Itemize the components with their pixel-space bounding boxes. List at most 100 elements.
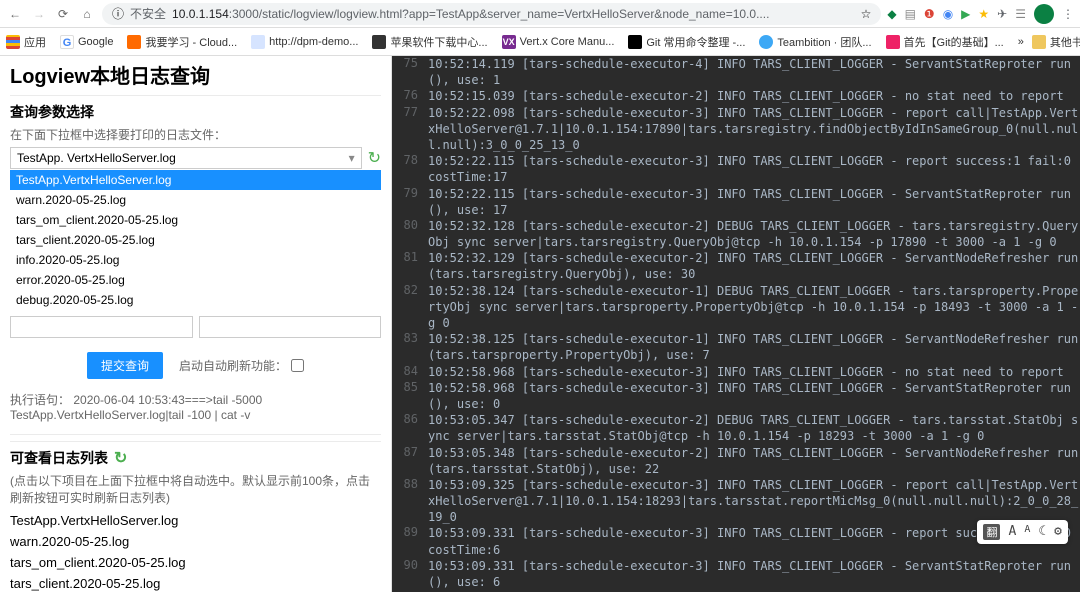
line-number: 75 — [392, 56, 428, 88]
browser-toolbar: ← → ⟳ ⌂ ⓘ 不安全 10.0.1.154:3000/static/log… — [0, 0, 1080, 28]
log-line: 8410:52:58.968 [tars-schedule-executor-3… — [392, 364, 1080, 380]
ext-icon-5[interactable]: ▶ — [961, 7, 970, 21]
log-text: 10:52:15.039 [tars-schedule-executor-2] … — [428, 88, 1080, 104]
ext-icon-1[interactable]: ◆ — [887, 7, 896, 21]
fontsize-icon[interactable]: A — [1024, 524, 1030, 540]
line-number: 87 — [392, 445, 428, 477]
exec-label: 执行语句： — [10, 393, 70, 407]
bookmark-teambition[interactable]: Teambition · 团队... — [759, 34, 871, 50]
viewable-list: TestApp.VertxHelloServer.logwarn.2020-05… — [10, 510, 381, 592]
log-line: 7710:52:22.098 [tars-schedule-executor-3… — [392, 105, 1080, 154]
viewable-log-item[interactable]: tars_client.2020-05-25.log — [10, 573, 381, 592]
log-text: 10:53:09.325 [tars-schedule-executor-3] … — [428, 477, 1080, 526]
url-text: 10.0.1.154:3000/static/logview/logview.h… — [172, 7, 855, 21]
bookmark-apple[interactable]: 苹果软件下载中心... — [372, 34, 487, 50]
url-bar[interactable]: ⓘ 不安全 10.0.1.154:3000/static/logview/log… — [102, 3, 881, 25]
log-line: 8310:52:38.125 [tars-schedule-executor-1… — [392, 331, 1080, 363]
log-text: 10:52:58.968 [tars-schedule-executor-3] … — [428, 364, 1080, 380]
log-text: 10:53:05.347 [tars-schedule-executor-2] … — [428, 412, 1080, 444]
ext-icon-3[interactable]: ❶ — [924, 7, 935, 21]
other-bookmarks[interactable]: 其他书签 — [1032, 34, 1080, 50]
log-text: 10:52:38.125 [tars-schedule-executor-1] … — [428, 331, 1080, 363]
submit-button[interactable]: 提交查询 — [87, 352, 163, 379]
line-number: 89 — [392, 525, 428, 557]
ext-icon-2[interactable]: ▤ — [905, 7, 916, 21]
viewable-log-item[interactable]: TestApp.VertxHelloServer.log — [10, 510, 381, 531]
apps-icon — [6, 35, 20, 49]
logfile-option[interactable]: warn.2020-05-25.log — [10, 190, 381, 210]
ext-icon-6[interactable]: ★ — [978, 7, 989, 21]
bookmark-git[interactable]: Git 常用命令整理 -... — [628, 34, 745, 50]
teambition-icon — [759, 35, 773, 49]
log-line: 9010:53:09.331 [tars-schedule-executor-3… — [392, 558, 1080, 590]
autorefresh-label[interactable]: 启动自动刷新功能： — [179, 357, 304, 374]
log-line: 7610:52:15.039 [tars-schedule-executor-2… — [392, 88, 1080, 104]
ext-icon-4[interactable]: ◉ — [943, 7, 953, 21]
line-number: 78 — [392, 153, 428, 185]
logfile-option[interactable]: tars_om_client.2020-05-25.log — [10, 210, 381, 230]
log-text: 10:52:22.098 [tars-schedule-executor-3] … — [428, 105, 1080, 154]
extension-icons: ◆ ▤ ❶ ◉ ▶ ★ ✈ ☰ ⋮ — [887, 4, 1074, 24]
log-line: 8010:52:32.128 [tars-schedule-executor-2… — [392, 218, 1080, 250]
log-text: 10:53:05.348 [tars-schedule-executor-2] … — [428, 445, 1080, 477]
section-select-title: 查询参数选择 — [10, 95, 381, 122]
logfile-option[interactable]: debug.2020-05-25.log — [10, 290, 381, 310]
logfile-option[interactable]: error.2020-05-25.log — [10, 270, 381, 290]
autorefresh-checkbox[interactable] — [291, 359, 304, 372]
log-text: 10:53:09.331 [tars-schedule-executor-3] … — [428, 558, 1080, 590]
ext-icon-7[interactable]: ✈ — [997, 7, 1007, 21]
translate-icon[interactable]: 翻 — [983, 524, 1000, 540]
font-icon[interactable]: A — [1008, 524, 1016, 540]
home-button[interactable]: ⌂ — [78, 5, 96, 23]
apple-icon — [372, 35, 386, 49]
line-number: 77 — [392, 105, 428, 154]
bookmark-dpm[interactable]: http://dpm-demo... — [251, 35, 358, 49]
folder-icon — [1032, 35, 1046, 49]
star-icon[interactable]: ☆ — [861, 7, 872, 21]
line-number: 76 — [392, 88, 428, 104]
darkmode-icon[interactable]: ☾ — [1038, 524, 1046, 540]
git-icon — [628, 35, 642, 49]
back-button[interactable]: ← — [6, 5, 24, 23]
log-viewer[interactable]: 7510:52:14.119 [tars-schedule-executor-4… — [392, 56, 1080, 592]
bookmark-google[interactable]: GGoogle — [60, 35, 113, 49]
forward-button[interactable]: → — [30, 5, 48, 23]
reload-button[interactable]: ⟳ — [54, 5, 72, 23]
ext-icon-8[interactable]: ☰ — [1015, 7, 1026, 21]
logfile-dropdown[interactable]: TestApp. VertxHelloServer.log — [10, 147, 362, 169]
log-text: 10:52:38.124 [tars-schedule-executor-1] … — [428, 283, 1080, 332]
viewable-log-item[interactable]: warn.2020-05-25.log — [10, 531, 381, 552]
logfile-option[interactable]: info.2020-05-25.log — [10, 250, 381, 270]
logfile-option[interactable]: TestApp.VertxHelloServer.log — [10, 170, 381, 190]
line-number: 79 — [392, 186, 428, 218]
apps-shortcut[interactable]: 应用 — [6, 34, 46, 50]
line-number: 80 — [392, 218, 428, 250]
bookmarks-overflow[interactable]: » — [1018, 36, 1024, 48]
filter-input-1[interactable] — [10, 316, 193, 338]
menu-icon[interactable]: ⋮ — [1062, 7, 1074, 21]
viewable-log-item[interactable]: tars_om_client.2020-05-25.log — [10, 552, 381, 573]
bookmark-juejin[interactable]: 首先【Git的基础】... — [886, 34, 1004, 50]
log-text: 10:52:32.128 [tars-schedule-executor-2] … — [428, 218, 1080, 250]
log-text: 10:52:58.968 [tars-schedule-executor-3] … — [428, 380, 1080, 412]
dropdown-value: TestApp. VertxHelloServer.log — [17, 151, 176, 165]
refresh-icon[interactable]: ↻ — [368, 148, 381, 168]
line-number: 90 — [392, 558, 428, 590]
bookmarks-bar: 应用 GGoogle 我要学习 - Cloud... http://dpm-de… — [0, 28, 1080, 56]
filter-input-2[interactable] — [199, 316, 382, 338]
log-line: 8710:53:05.348 [tars-schedule-executor-2… — [392, 445, 1080, 477]
info-icon[interactable]: ⓘ — [112, 5, 124, 22]
log-line: 8610:53:05.347 [tars-schedule-executor-2… — [392, 412, 1080, 444]
log-line: 7910:52:22.115 [tars-schedule-executor-3… — [392, 186, 1080, 218]
line-number: 81 — [392, 250, 428, 282]
link-icon — [251, 35, 265, 49]
viewable-refresh-icon[interactable]: ↻ — [114, 448, 127, 468]
google-icon: G — [60, 35, 74, 49]
settings-gear-icon[interactable]: ⚙ — [1054, 524, 1062, 540]
bookmark-study[interactable]: 我要学习 - Cloud... — [127, 34, 237, 50]
line-number: 86 — [392, 412, 428, 444]
user-avatar[interactable] — [1034, 4, 1054, 24]
logfile-option[interactable]: tars_client.2020-05-25.log — [10, 230, 381, 250]
viewable-title: 可查看日志列表 — [10, 448, 108, 468]
bookmark-vertx[interactable]: VXVert.x Core Manu... — [502, 35, 615, 49]
